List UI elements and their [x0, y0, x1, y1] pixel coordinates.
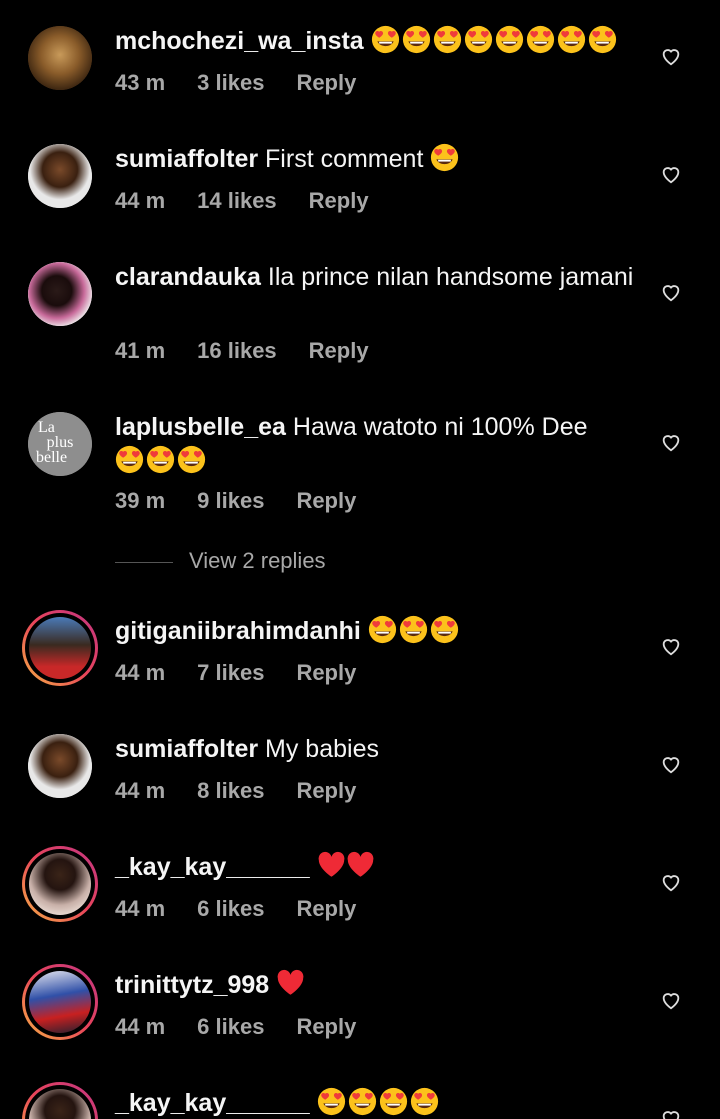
- heart-eyes-emoji: [430, 615, 458, 644]
- heart-eyes-emoji: [402, 25, 430, 54]
- avatar[interactable]: La plus belle: [28, 412, 92, 476]
- timestamp: 39 m: [115, 488, 166, 513]
- emoji-row: [371, 25, 619, 55]
- heart-eyes-emoji: [588, 25, 616, 54]
- avatar[interactable]: [28, 262, 92, 326]
- heart-outline-icon[interactable]: [660, 163, 682, 185]
- reply-button[interactable]: Reply: [296, 70, 356, 95]
- heart-outline-icon[interactable]: [660, 1107, 682, 1119]
- like-count[interactable]: 7 likes: [197, 660, 264, 685]
- like-count[interactable]: 6 likes: [197, 896, 264, 921]
- avatar[interactable]: [22, 964, 98, 1040]
- heart-eyes-emoji: [177, 445, 206, 474]
- avatar-logo-text: belle: [36, 449, 68, 466]
- avatar-logo-text: plus: [46, 434, 74, 451]
- username[interactable]: laplusbelle_ea: [115, 413, 286, 441]
- heart-outline-icon[interactable]: [660, 871, 682, 893]
- like-count[interactable]: 6 likes: [197, 1014, 264, 1039]
- like-count[interactable]: 9 likes: [197, 488, 264, 513]
- heart-eyes-emoji: [371, 25, 399, 54]
- red-heart-emoji: [318, 851, 344, 877]
- username[interactable]: gitiganiibrahimdanhi: [115, 617, 361, 645]
- reply-button[interactable]: Reply: [296, 488, 356, 513]
- like-count[interactable]: 3 likes: [197, 70, 264, 95]
- heart-eyes-emoji: [410, 1087, 438, 1116]
- heart-eyes-emoji: [379, 1087, 407, 1116]
- reply-button[interactable]: Reply: [296, 896, 356, 921]
- heart-eyes-emoji: [433, 25, 461, 54]
- comment-text: My babies: [258, 735, 379, 763]
- comment-text: First comment: [258, 145, 431, 173]
- heart-eyes-emoji: [495, 25, 523, 54]
- username[interactable]: mchochezi_wa_insta: [115, 27, 364, 55]
- heart-outline-icon[interactable]: [660, 45, 682, 67]
- avatar[interactable]: [28, 734, 92, 798]
- heart-outline-icon[interactable]: [660, 753, 682, 775]
- username[interactable]: sumiaffolter: [115, 735, 258, 763]
- red-heart-emoji: [277, 969, 304, 995]
- heart-eyes-emoji: [368, 615, 396, 644]
- avatar[interactable]: [22, 610, 98, 686]
- heart-eyes-emoji: [399, 615, 427, 644]
- heart-outline-icon[interactable]: [660, 431, 682, 453]
- timestamp: 43 m: [115, 70, 166, 95]
- heart-outline-icon[interactable]: [660, 635, 682, 657]
- like-count[interactable]: 16 likes: [197, 338, 277, 363]
- emoji-row: [115, 445, 208, 475]
- emoji-row: [368, 615, 461, 645]
- reply-button[interactable]: Reply: [296, 660, 356, 685]
- heart-eyes-emoji: [431, 143, 459, 172]
- comment-text: Ila prince nilan handsome jamani: [260, 263, 634, 291]
- username[interactable]: trinittytz_998: [115, 971, 269, 999]
- avatar-logo-text: La: [38, 419, 55, 436]
- timestamp: 44 m: [115, 660, 166, 685]
- heart-outline-icon[interactable]: [660, 989, 682, 1011]
- reply-button[interactable]: Reply: [309, 338, 369, 363]
- reply-button[interactable]: Reply: [309, 188, 369, 213]
- timestamp: 41 m: [115, 338, 166, 363]
- heart-eyes-emoji: [146, 445, 175, 474]
- comment-text: Hawa watoto ni 100% Dee: [285, 413, 588, 441]
- heart-eyes-emoji: [317, 1087, 345, 1116]
- reply-button[interactable]: Reply: [296, 1014, 356, 1039]
- like-count[interactable]: 8 likes: [197, 778, 264, 803]
- timestamp: 44 m: [115, 778, 166, 803]
- heart-row: [317, 851, 375, 881]
- heart-eyes-emoji: [115, 445, 144, 474]
- username[interactable]: sumiaffolter: [115, 145, 258, 173]
- red-heart-emoji: [347, 851, 373, 877]
- heart-eyes-emoji: [348, 1087, 376, 1116]
- view-replies-button[interactable]: View 2 replies: [115, 548, 326, 574]
- timestamp: 44 m: [115, 896, 166, 921]
- avatar[interactable]: [22, 1082, 98, 1119]
- username[interactable]: _kay_kay______: [115, 853, 310, 881]
- heart-eyes-emoji: [464, 25, 492, 54]
- like-count[interactable]: 14 likes: [197, 188, 277, 213]
- timestamp: 44 m: [115, 188, 166, 213]
- divider: [115, 561, 173, 563]
- avatar[interactable]: [22, 846, 98, 922]
- emoji-row: [430, 143, 461, 173]
- timestamp: 44 m: [115, 1014, 166, 1039]
- heart-eyes-emoji: [526, 25, 554, 54]
- reply-button[interactable]: Reply: [296, 778, 356, 803]
- heart-row: [276, 969, 305, 999]
- comments-list: mchochezi_wa_insta 43 m 3 likes Reply sumi…: [0, 0, 720, 1119]
- view-replies-label: View 2 replies: [189, 548, 326, 573]
- heart-outline-icon[interactable]: [660, 281, 682, 303]
- username[interactable]: clarandauka: [115, 263, 261, 291]
- heart-eyes-emoji: [557, 25, 585, 54]
- emoji-row: [317, 1087, 441, 1117]
- username[interactable]: _kay_kay______: [115, 1089, 310, 1117]
- avatar[interactable]: [28, 144, 92, 208]
- avatar[interactable]: [28, 26, 92, 90]
